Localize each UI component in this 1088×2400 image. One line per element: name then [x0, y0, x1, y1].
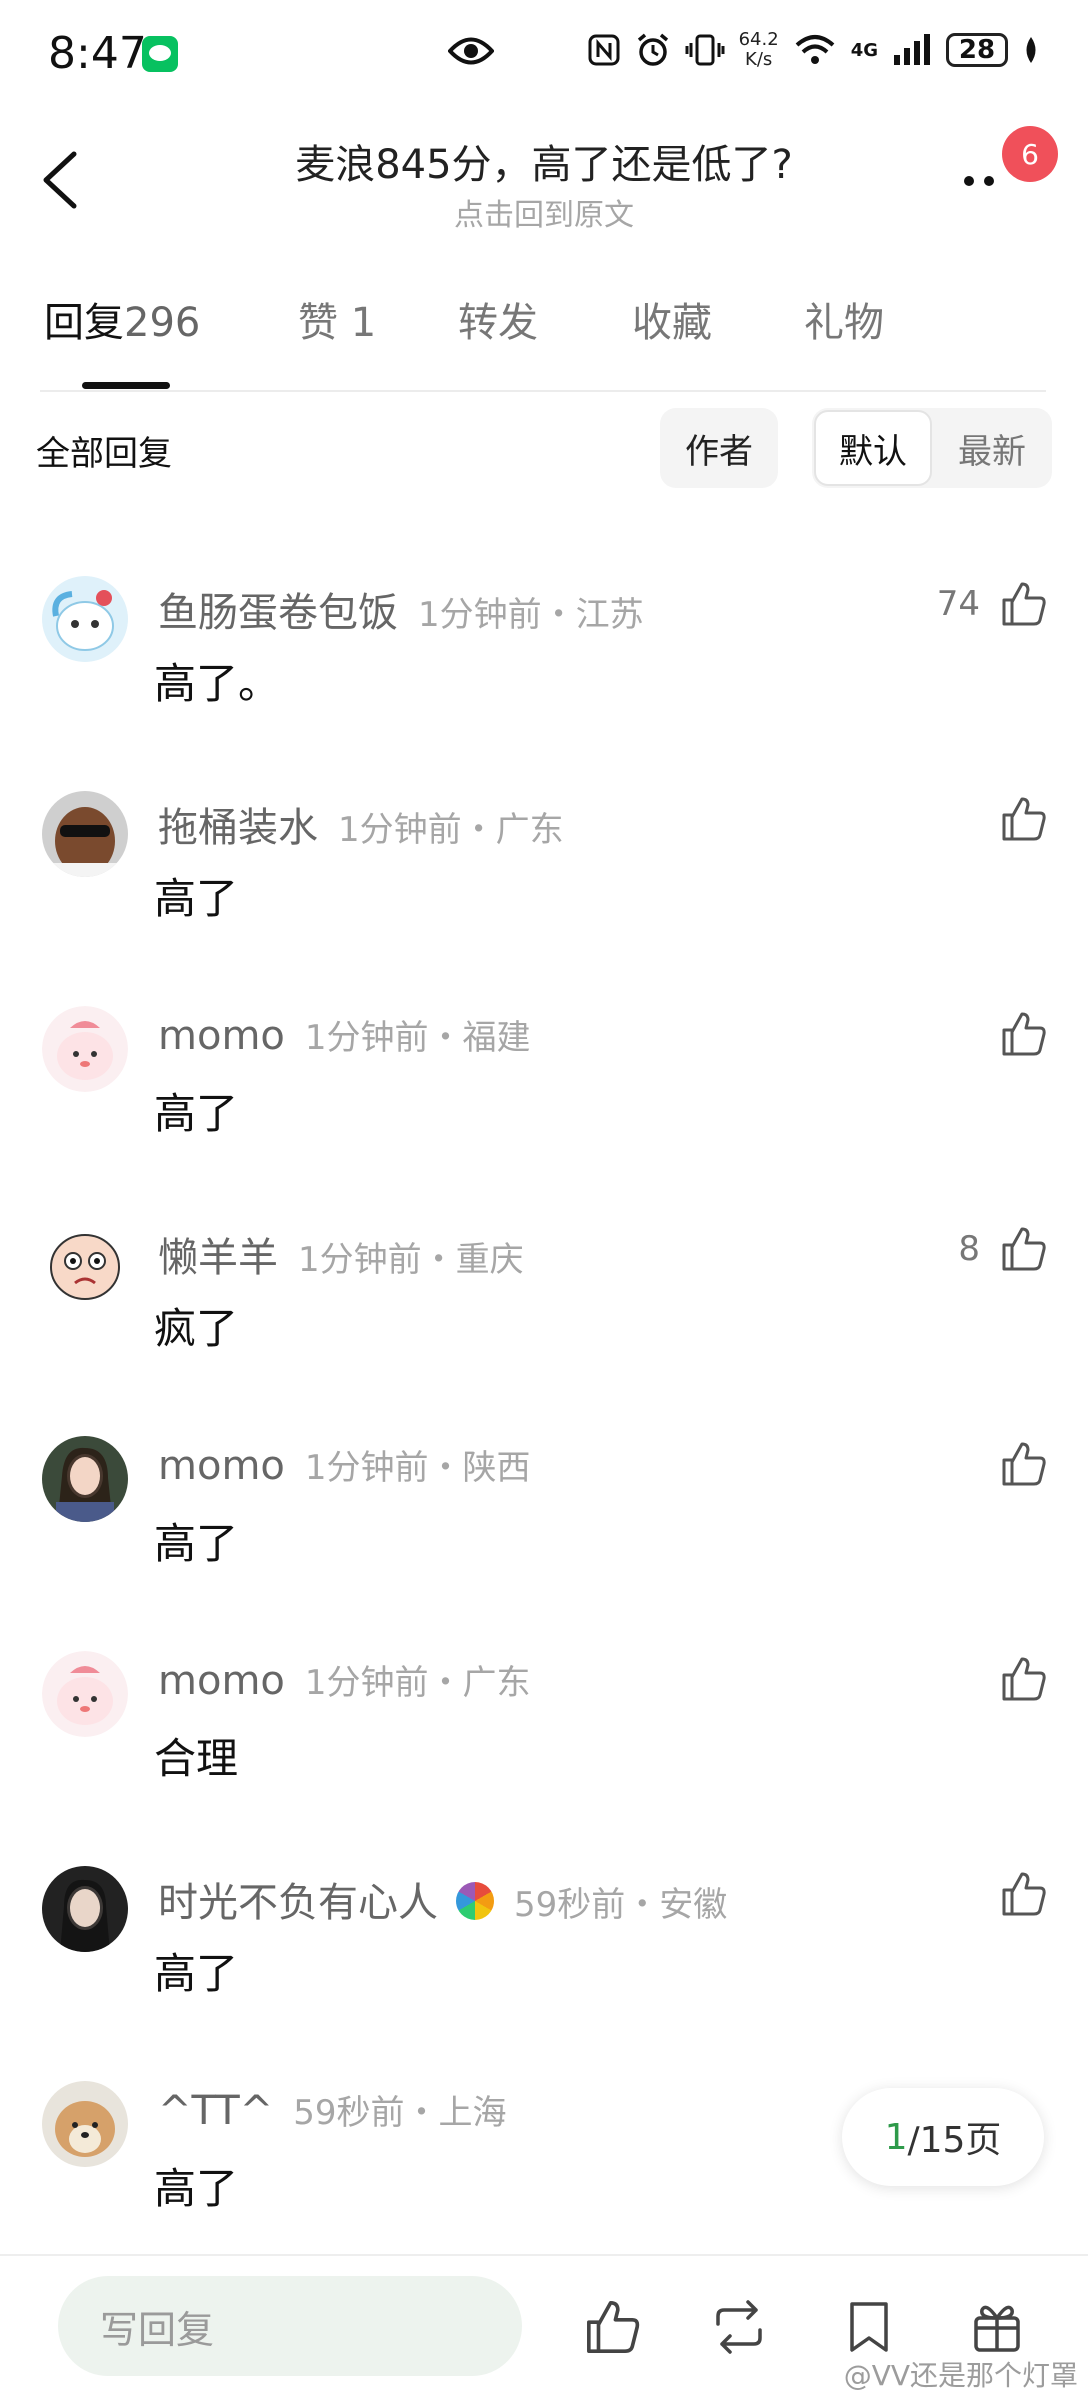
comment-item: 鱼肠蛋卷包饭 1分钟前・江苏 高了。 74: [0, 540, 1088, 755]
bookmark-icon[interactable]: [840, 2298, 898, 2356]
comment-author[interactable]: 时光不负有心人 59秒前・安徽: [158, 1870, 727, 1928]
thumbs-up-icon[interactable]: [1000, 1225, 1048, 1273]
tab-gifts[interactable]: 礼物: [804, 290, 884, 348]
comment-content: 高了: [154, 1089, 239, 1138]
comment-meta: 1分钟前・广东: [338, 810, 564, 850]
network-type: 4G: [850, 39, 878, 61]
avatar[interactable]: [42, 1221, 128, 1307]
author-filter-button[interactable]: 作者: [660, 408, 778, 488]
gift-icon[interactable]: [968, 2298, 1026, 2356]
comment-content: 高了。: [154, 659, 281, 708]
more-menu-icon[interactable]: [964, 170, 1004, 190]
comment-content: 高了: [154, 1519, 239, 1568]
avatar[interactable]: [42, 1651, 128, 1737]
notification-badge: 6: [1002, 126, 1058, 182]
tab-replies[interactable]: 回复296: [44, 290, 200, 348]
comment-author[interactable]: ^TT^ 59秒前・上海: [158, 2085, 506, 2134]
comment-content: 疯了: [154, 1304, 239, 1353]
comment-author[interactable]: momo 1分钟前・广东: [158, 1655, 531, 1704]
reply-input[interactable]: 写回复: [58, 2276, 522, 2376]
vibrate-icon: [685, 34, 725, 66]
comment-meta: 1分钟前・福建: [304, 1018, 531, 1058]
comment-meta: 59秒前・上海: [293, 2093, 507, 2133]
sort-toggle: 默认 最新: [812, 408, 1052, 488]
sort-default-button[interactable]: 默认: [814, 410, 932, 486]
comment-item: 懒羊羊 1分钟前・重庆 疯了 8: [0, 1185, 1088, 1400]
thumbs-up-icon[interactable]: [1000, 1870, 1048, 1918]
comment-meta: 1分钟前・陕西: [304, 1448, 531, 1488]
thumbs-up-icon[interactable]: [1000, 1010, 1048, 1058]
back-to-original-link[interactable]: 点击回到原文: [0, 190, 1088, 234]
avatar[interactable]: [42, 1436, 128, 1522]
comment-author[interactable]: momo 1分钟前・陕西: [158, 1440, 531, 1489]
comment-content: 高了: [154, 2164, 239, 2213]
thumbs-up-icon[interactable]: [584, 2298, 642, 2356]
nfc-icon: [588, 34, 620, 66]
tab-favorites[interactable]: 收藏: [632, 290, 712, 348]
comment-meta: 1分钟前・江苏: [418, 595, 644, 635]
battery-indicator: 28: [946, 33, 1008, 67]
comment-meta: 59秒前・安徽: [514, 1885, 728, 1925]
like-count: 74: [936, 584, 980, 624]
comment-content: 高了: [154, 1949, 239, 1998]
nav-header: 麦浪845分，高了还是低了? 点击回到原文 6: [0, 110, 1088, 240]
comment-author[interactable]: momo 1分钟前・福建: [158, 1010, 531, 1059]
status-bar: 8:47 64.2 K/s 4G 28: [0, 0, 1088, 110]
tab-bar: 回复296 赞 1 转发 收藏 礼物: [0, 290, 1088, 390]
avatar[interactable]: [42, 2081, 128, 2167]
network-speed: 64.2 K/s: [738, 29, 779, 70]
comment-content: 合理: [154, 1734, 239, 1783]
page-title: 麦浪845分，高了还是低了?: [295, 142, 793, 188]
comment-author[interactable]: 拖桶装水 1分钟前・广东: [158, 795, 564, 853]
wifi-icon: [795, 35, 835, 64]
wechat-notification-icon: [142, 36, 178, 72]
watermark: @VV还是那个灯罩: [843, 2359, 1078, 2392]
comment-meta: 1分钟前・重庆: [298, 1240, 524, 1280]
repost-icon[interactable]: [710, 2298, 768, 2356]
all-replies-label: 全部回复: [36, 434, 172, 474]
tab-likes[interactable]: 赞 1: [298, 290, 376, 348]
bottom-divider: [0, 2254, 1088, 2256]
leaf-icon: [1026, 37, 1036, 63]
comment-author[interactable]: 懒羊羊 1分钟前・重庆: [158, 1225, 524, 1283]
avatar[interactable]: [42, 791, 128, 877]
comment-content: 高了: [154, 874, 239, 923]
avatar[interactable]: [42, 1006, 128, 1092]
comment-item: momo 1分钟前・福建 高了: [0, 970, 1088, 1185]
like-count: 8: [958, 1229, 980, 1269]
avatar[interactable]: [42, 1866, 128, 1952]
tab-divider: [40, 390, 1046, 392]
eye-icon: [448, 37, 494, 65]
comment-item: momo 1分钟前・陕西 高了: [0, 1400, 1088, 1615]
filter-row: 全部回复 作者 默认 最新: [0, 408, 1088, 492]
avatar[interactable]: [42, 576, 128, 662]
medal-badge-icon: [456, 1882, 494, 1920]
thumbs-up-icon[interactable]: [1000, 1440, 1048, 1488]
signal-icon: [894, 34, 930, 65]
thumbs-up-icon[interactable]: [1000, 795, 1048, 843]
comment-meta: 1分钟前・广东: [304, 1663, 531, 1703]
page-indicator[interactable]: 1/15页: [842, 2088, 1044, 2186]
status-time: 8:47: [48, 28, 147, 79]
tab-reposts[interactable]: 转发: [458, 290, 538, 348]
sort-latest-button[interactable]: 最新: [934, 410, 1050, 486]
active-tab-indicator: [82, 382, 170, 389]
comment-item: 拖桶装水 1分钟前・广东 高了: [0, 755, 1088, 970]
comment-author[interactable]: 鱼肠蛋卷包饭 1分钟前・江苏: [158, 580, 644, 638]
thumbs-up-icon[interactable]: [1000, 580, 1048, 628]
alarm-icon: [637, 33, 668, 66]
comment-item: 时光不负有心人 59秒前・安徽 高了: [0, 1830, 1088, 2045]
thumbs-up-icon[interactable]: [1000, 1655, 1048, 1703]
comment-item: momo 1分钟前・广东 合理: [0, 1615, 1088, 1830]
